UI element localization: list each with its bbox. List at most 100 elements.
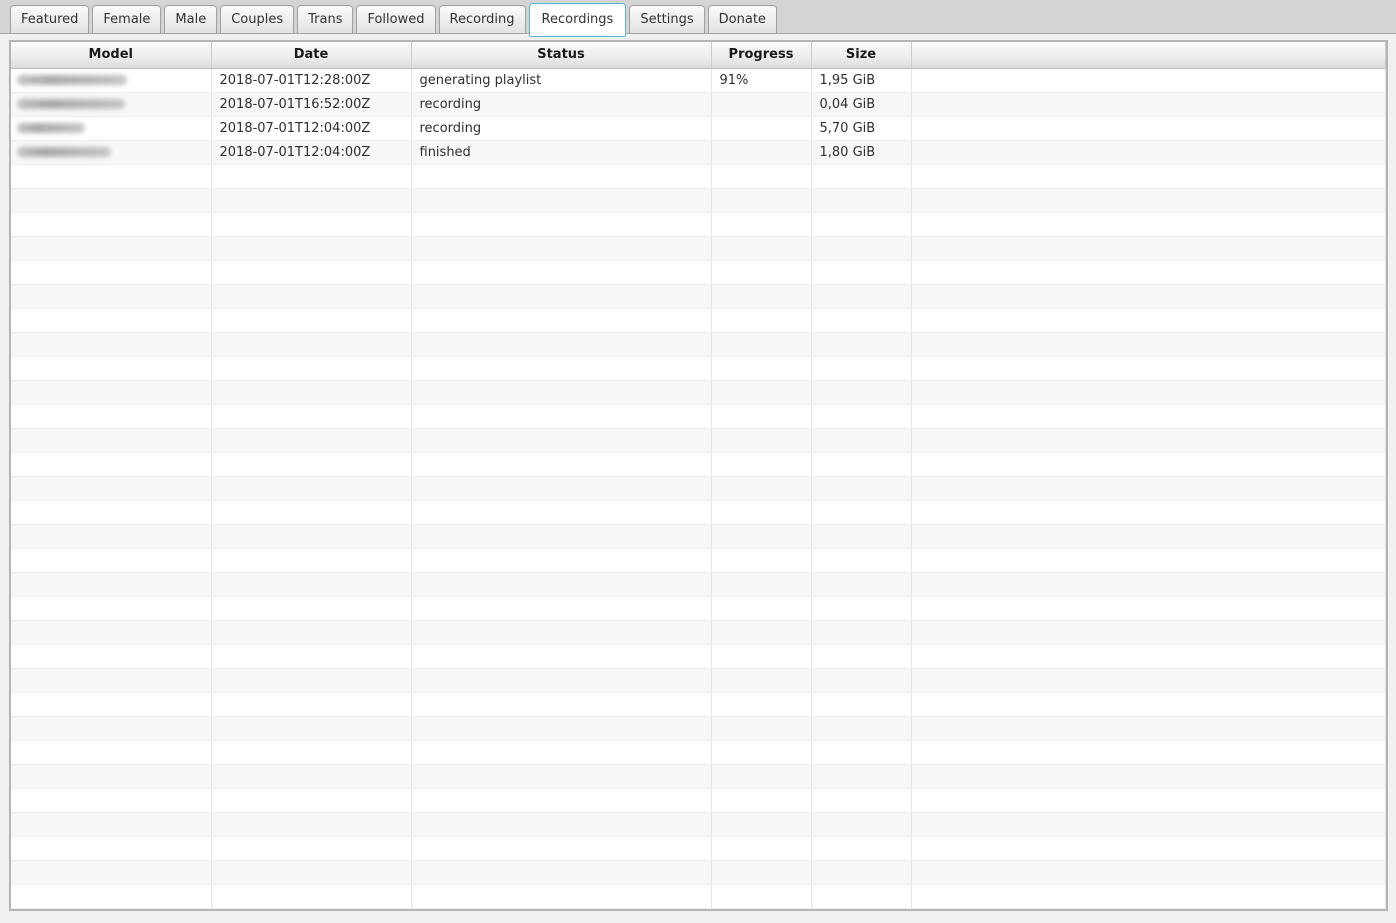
status-cell: recording [411, 116, 712, 141]
spacer-cell [911, 860, 1386, 885]
recordings-table-body: 2018-07-01T12:28:00Z generating playlist 9… [11, 68, 1386, 909]
status-cell [411, 836, 712, 861]
size-cell [811, 788, 912, 813]
table-row [11, 788, 1386, 813]
table-row [11, 740, 1386, 765]
size-cell: 1,80 GiB [811, 140, 912, 165]
spacer-cell [911, 500, 1386, 525]
tab-recording[interactable]: Recording [438, 5, 526, 33]
table-row [11, 332, 1386, 357]
spacer-cell [911, 668, 1386, 693]
column-header-progress[interactable]: Progress [711, 42, 812, 69]
model-cell [11, 572, 212, 597]
date-cell [211, 428, 412, 453]
table-row[interactable]: 2018-07-01T12:04:00Z recording 5,70 GiB [11, 116, 1386, 141]
progress-cell [711, 380, 812, 405]
date-cell [211, 812, 412, 837]
date-cell [211, 692, 412, 717]
spacer-cell [911, 68, 1386, 93]
spacer-cell [911, 644, 1386, 669]
model-cell [11, 260, 212, 285]
status-cell [411, 524, 712, 549]
tab-couples[interactable]: Couples [220, 5, 295, 33]
table-row [11, 284, 1386, 309]
model-cell [11, 68, 212, 93]
progress-cell [711, 644, 812, 669]
status-cell [411, 740, 712, 765]
date-cell [211, 572, 412, 597]
status-cell: finished [411, 140, 712, 165]
status-cell [411, 812, 712, 837]
progress-cell [711, 476, 812, 501]
size-cell [811, 884, 912, 909]
tab-followed[interactable]: Followed [356, 5, 436, 33]
table-row[interactable]: 2018-07-01T16:52:00Z recording 0,04 GiB [11, 92, 1386, 117]
size-cell [811, 236, 912, 261]
status-cell [411, 284, 712, 309]
spacer-cell [911, 572, 1386, 597]
size-cell [811, 716, 912, 741]
status-cell [411, 188, 712, 213]
column-header-model[interactable]: Model [11, 42, 212, 69]
progress-cell [711, 692, 812, 717]
blurred-model-name [17, 123, 85, 133]
spacer-cell [911, 140, 1386, 165]
progress-cell [711, 524, 812, 549]
tab-male[interactable]: Male [164, 5, 218, 33]
status-cell [411, 788, 712, 813]
date-cell [211, 452, 412, 477]
date-cell [211, 212, 412, 237]
status-cell [411, 716, 712, 741]
table-row [11, 476, 1386, 501]
column-header-size[interactable]: Size [811, 42, 912, 69]
model-cell [11, 668, 212, 693]
status-cell [411, 764, 712, 789]
tab-donate[interactable]: Donate [707, 5, 777, 33]
progress-cell [711, 140, 812, 165]
status-cell [411, 668, 712, 693]
status-cell [411, 260, 712, 285]
column-header-date[interactable]: Date [211, 42, 412, 69]
spacer-cell [911, 236, 1386, 261]
progress-cell [711, 764, 812, 789]
spacer-cell [911, 428, 1386, 453]
size-cell [811, 524, 912, 549]
model-cell [11, 716, 212, 741]
model-cell [11, 596, 212, 621]
progress-cell [711, 596, 812, 621]
table-row[interactable]: 2018-07-01T12:28:00Z generating playlist 9… [11, 68, 1386, 93]
tab-settings[interactable]: Settings [629, 5, 705, 33]
date-cell [211, 164, 412, 189]
status-cell: generating playlist [411, 68, 712, 93]
table-row[interactable]: 2018-07-01T12:04:00Z finished 1,80 GiB [11, 140, 1386, 165]
model-cell [11, 428, 212, 453]
progress-cell [711, 92, 812, 117]
progress-cell [711, 860, 812, 885]
progress-cell [711, 308, 812, 333]
spacer-cell [911, 596, 1386, 621]
model-cell [11, 740, 212, 765]
status-cell [411, 476, 712, 501]
model-cell [11, 620, 212, 645]
model-cell [11, 692, 212, 717]
spacer-cell [911, 692, 1386, 717]
model-cell [11, 188, 212, 213]
spacer-cell [911, 284, 1386, 309]
table-row [11, 164, 1386, 189]
status-cell [411, 212, 712, 237]
table-row [11, 572, 1386, 597]
date-cell [211, 836, 412, 861]
date-cell [211, 236, 412, 261]
status-cell [411, 380, 712, 405]
tab-featured[interactable]: Featured [10, 5, 90, 33]
progress-cell [711, 428, 812, 453]
column-header-status[interactable]: Status [411, 42, 712, 69]
blurred-model-name [17, 75, 127, 85]
tab-female[interactable]: Female [92, 5, 162, 33]
size-cell [811, 284, 912, 309]
model-cell [11, 548, 212, 573]
progress-cell [711, 236, 812, 261]
status-cell [411, 572, 712, 597]
tab-trans[interactable]: Trans [297, 5, 354, 33]
tab-recordings[interactable]: Recordings [528, 3, 627, 37]
